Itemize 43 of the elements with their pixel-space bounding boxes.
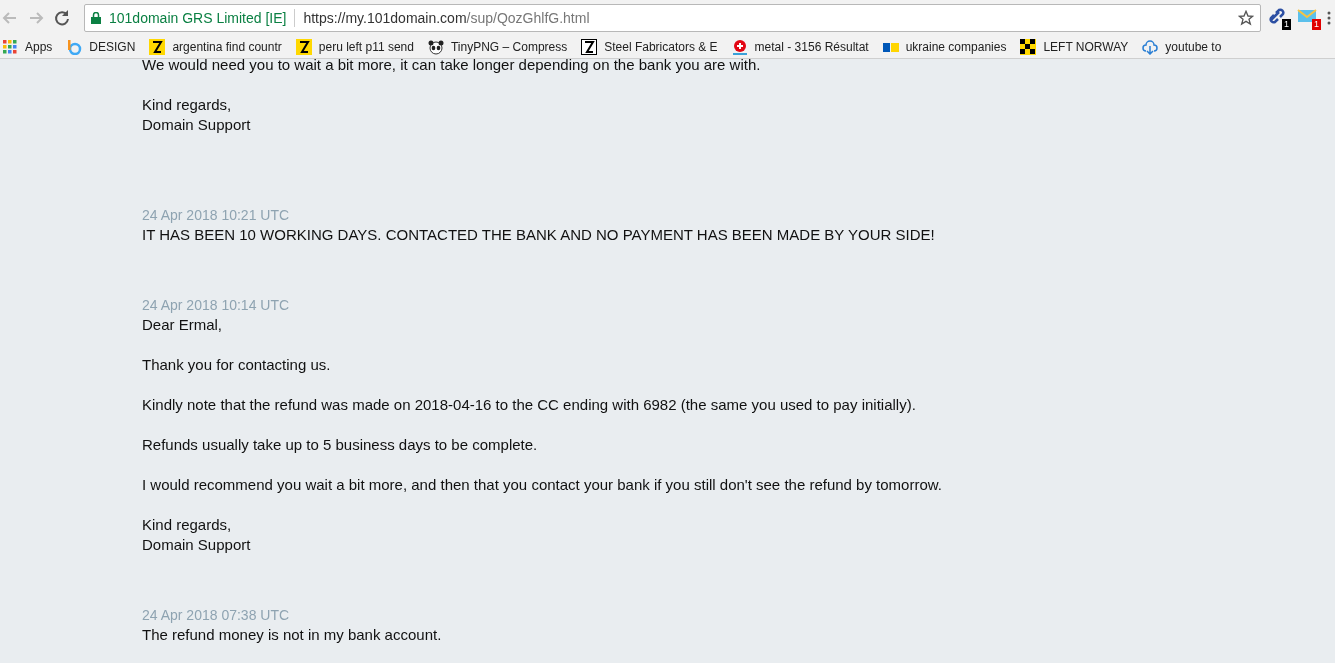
badge: 1 [1312,18,1321,30]
message-timestamp: 24 Apr 2018 10:21 UTC [142,206,291,225]
checker-icon [1020,38,1037,55]
message-text: Dear Ermal, [142,315,224,335]
panda-icon [427,38,444,55]
ring-icon [66,38,83,55]
message-text: We would need you to wait a bit more, it can take longer depending on the bank you are with. [142,59,762,75]
message-text: Refunds usually take up to 5 business days to be complete. [142,435,539,455]
address-bar[interactable]: 101domain GRS Limited [IE] https://my.101domain.com/sup/QozGhlfG.html [84,3,1261,32]
extension-button[interactable]: 1 [1297,5,1321,30]
message-timestamp: 24 Apr 2018 07:38 UTC [142,606,291,625]
star-icon[interactable] [1238,9,1254,26]
bookmark[interactable]: youtube to [1142,38,1222,55]
message-text: IT HAS BEEN 10 WORKING DAYS. CONTACTED THE BANK AND NO PAYMENT HAS BEEN MADE BY YOUR SIDE! [142,225,936,245]
extension-button[interactable]: 1 [1267,5,1291,30]
bookmark[interactable]: DESIGN [66,38,136,55]
logo-icon [149,38,166,55]
message-text: Kindly note that the refund was made on 2018-04-16 to the CC ending with 6982 (the same you used to pay initially). [142,395,917,415]
message-text: I would recommend you wait a bit more, and then that you contact your bank if you still don't see the refund by tomorrow. [142,475,943,495]
bookmark[interactable]: TinyPNG – Compress [427,38,568,55]
bookmark[interactable]: argentina find countr [149,38,282,55]
cross-icon [731,38,748,55]
message-timestamp: 24 Apr 2018 10:14 UTC [142,296,291,315]
menu-icon[interactable] [1327,10,1331,25]
bookmark[interactable]: peru left p11 send [295,38,414,55]
logo-icon [295,38,312,55]
message-text: Kind regards, Domain Support [142,95,252,135]
cloud-download-icon [1142,38,1159,55]
bookmark[interactable]: metal - 3156 Résultat [731,38,869,55]
apps-grid-icon [2,38,18,55]
bookmark[interactable]: Steel Fabricators & E [581,38,718,55]
bookmark[interactable]: Apps [2,38,53,55]
site-identity: 101domain GRS Limited [IE] [109,9,287,26]
logo-icon [581,38,598,55]
message-text: The refund money is not in my bank account. [142,625,443,645]
bookmark[interactable]: LEFT NORWAY [1020,38,1129,55]
badge: 1 [1282,18,1291,30]
bookmark[interactable]: ukraine companies [882,38,1007,55]
message-text: Thank you for contacting us. [142,355,332,375]
message-text: Kind regards, Domain Support [142,515,252,555]
url-text: https://my.101domain.com/sup/QozGhlfG.html [303,9,591,26]
link-icon [1267,5,1287,26]
lock-icon [91,11,101,24]
